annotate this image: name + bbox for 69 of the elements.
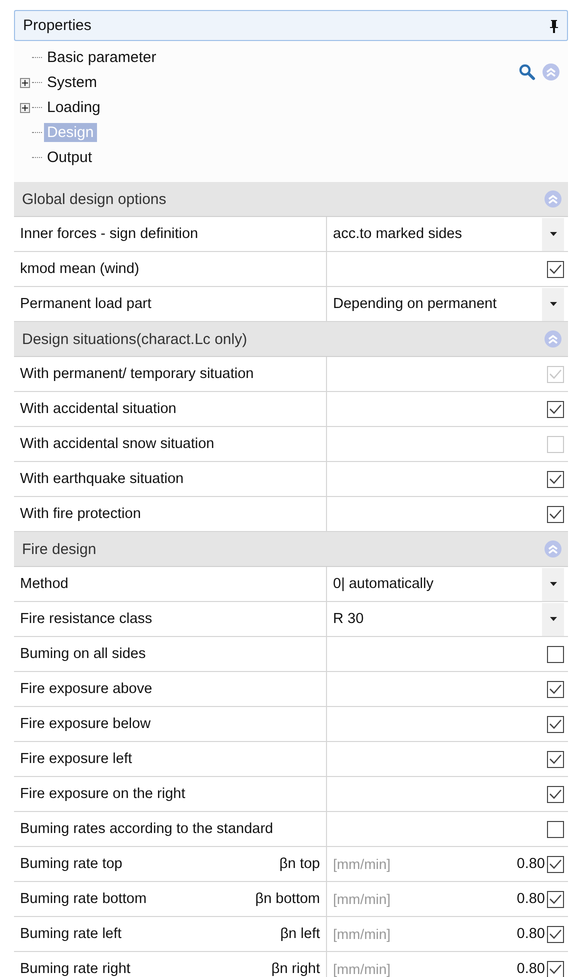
- property-label: Buming rates according to the standard: [20, 821, 274, 837]
- section-header[interactable]: Global design options: [14, 182, 568, 217]
- symbol-label: βn right: [271, 961, 320, 977]
- property-label: With fire protection: [20, 506, 141, 522]
- property-label: Buming on all sides: [20, 646, 146, 662]
- checkbox[interactable]: [547, 960, 564, 977]
- caret-icon[interactable]: [550, 617, 556, 621]
- expand-icon[interactable]: [20, 102, 30, 112]
- tree-item[interactable]: System: [44, 73, 100, 92]
- property-label: Fire exposure on the right: [20, 786, 186, 802]
- tree-item[interactable]: Loading: [44, 98, 104, 117]
- checkbox[interactable]: [547, 786, 564, 802]
- property-label: Fire exposure left: [20, 751, 132, 767]
- checkbox[interactable]: [547, 260, 564, 278]
- dropdown[interactable]: 0| automatically: [333, 568, 564, 600]
- property-label: With accidental situation: [20, 401, 176, 417]
- property-label: Buming rate right: [20, 961, 130, 977]
- symbol-label: βn top: [279, 856, 320, 872]
- property-label: Fire resistance class: [20, 611, 152, 627]
- property-label: Permanent load part: [20, 296, 152, 312]
- property-label: Fire exposure below: [20, 716, 151, 732]
- dropdown[interactable]: Depending on permanent: [333, 288, 564, 320]
- value-text: 0.80: [516, 961, 545, 977]
- search-icon[interactable]: [518, 63, 536, 81]
- property-label: Inner forces - sign definition: [20, 226, 198, 242]
- property-label: With earthquake situation: [20, 471, 184, 487]
- checkbox[interactable]: [547, 680, 564, 698]
- checkbox[interactable]: [547, 506, 564, 522]
- dropdown[interactable]: R 30: [333, 602, 564, 636]
- caret-icon[interactable]: [550, 232, 556, 236]
- checkbox[interactable]: [547, 926, 564, 942]
- property-label: With accidental snow situation: [20, 436, 214, 452]
- section-header[interactable]: Design situations(charact.Lc only): [14, 322, 568, 357]
- panel-title: Properties: [23, 17, 92, 34]
- checkbox[interactable]: [547, 820, 564, 838]
- checkbox[interactable]: [547, 856, 564, 872]
- property-label: Buming rate left: [20, 926, 122, 942]
- section-title: Fire design: [22, 540, 96, 558]
- unit-label: [mm/min]: [333, 891, 391, 907]
- symbol-label: βn left: [280, 926, 320, 942]
- checkbox[interactable]: [547, 890, 564, 908]
- caret-icon[interactable]: [550, 582, 556, 586]
- expand-icon[interactable]: [20, 78, 30, 88]
- value-text: 0.80: [516, 891, 545, 907]
- property-label: With permanent/ temporary situation: [20, 366, 254, 382]
- property-label: Buming rate bottom: [20, 891, 147, 907]
- checkbox[interactable]: [547, 470, 564, 488]
- tree-item[interactable]: Output: [44, 148, 96, 167]
- property-label: Fire exposure above: [20, 681, 152, 697]
- section-title: Design situations(charact.Lc only): [22, 330, 248, 348]
- caret-icon[interactable]: [550, 302, 556, 306]
- symbol-label: βn bottom: [255, 891, 320, 907]
- section-header[interactable]: Fire design: [14, 532, 568, 567]
- property-label: Buming rate top: [20, 856, 122, 872]
- section-title: Global design options: [22, 190, 166, 208]
- value-text: 0.80: [516, 926, 545, 942]
- checkbox[interactable]: [547, 646, 564, 662]
- checkbox[interactable]: [547, 716, 564, 732]
- unit-label: [mm/min]: [333, 961, 391, 977]
- dropdown[interactable]: acc.to marked sides: [333, 218, 564, 250]
- checkbox[interactable]: [547, 400, 564, 418]
- value-text: 0.80: [516, 856, 545, 872]
- checkbox[interactable]: [547, 750, 564, 768]
- tree-item[interactable]: Basic parameter: [44, 48, 160, 67]
- unit-label: [mm/min]: [333, 926, 391, 942]
- pin-icon[interactable]: [549, 18, 559, 32]
- property-label: Method: [20, 576, 68, 592]
- property-label: kmod mean (wind): [20, 261, 140, 277]
- unit-label: [mm/min]: [333, 856, 391, 872]
